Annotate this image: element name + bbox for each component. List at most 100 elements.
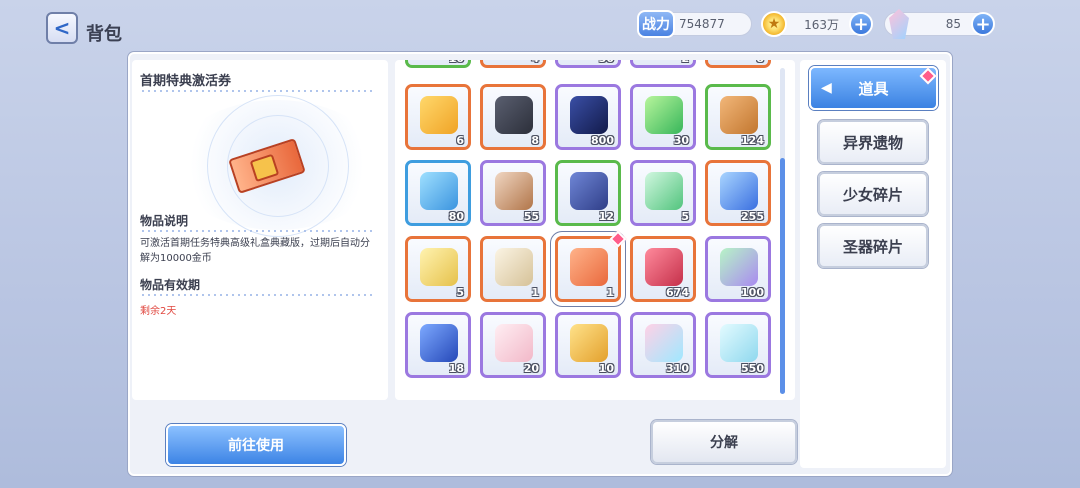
item-count: 674	[666, 286, 689, 299]
inventory-item[interactable]: 550	[705, 312, 771, 378]
divider	[140, 230, 372, 232]
red-scroll-icon	[645, 248, 683, 286]
inventory-item[interactable]: 124	[705, 84, 771, 150]
card-device-icon	[495, 96, 533, 134]
power-label: 战力	[637, 10, 675, 38]
expiry-heading: 物品有效期	[140, 278, 201, 292]
new-badge-icon	[609, 230, 627, 248]
item-count: 18	[448, 362, 464, 375]
item-count: 1	[531, 286, 539, 299]
use-button[interactable]: 前往使用	[166, 424, 346, 466]
blue-medal-icon	[420, 324, 458, 362]
contract-icon	[495, 248, 533, 286]
item-count: 30	[599, 60, 614, 65]
item-count: 6	[456, 134, 464, 147]
inventory-item[interactable]: 255	[705, 160, 771, 226]
item-count: 55	[523, 210, 539, 223]
tab-items[interactable]: ◀ 道具	[809, 66, 938, 110]
item-count: 8	[531, 134, 539, 147]
power-value: 754877	[679, 17, 725, 31]
candy-icon	[420, 172, 458, 210]
item-count: 800	[591, 134, 614, 147]
item-count: 1	[606, 286, 614, 299]
rainbow-cube-icon	[720, 248, 758, 286]
back-button[interactable]: <	[46, 12, 78, 44]
prism-crystal-icon	[645, 324, 683, 362]
inventory-item[interactable]: 55	[480, 160, 546, 226]
item-count: 10	[449, 60, 464, 65]
item-detail-panel: 首期特典激活券 物品说明 可激活首期任务特典高级礼盒典藏版，过期后自动分解为10…	[132, 60, 388, 400]
tab-label: 道具	[858, 79, 889, 98]
item-grid: 10 4 30 2 8 6 8 800 30 124 80 55 12 5 255 5 1 1 674 100 18 20…	[395, 60, 795, 400]
inventory-item[interactable]: 5	[630, 160, 696, 226]
divider	[140, 90, 372, 92]
item-count: 310	[666, 362, 689, 375]
inventory-item[interactable]: 1	[480, 236, 546, 302]
cookie-icon	[720, 96, 758, 134]
item-count: 80	[448, 210, 464, 223]
grid-scrollbar[interactable]	[780, 68, 785, 394]
add-coins-button[interactable]: +	[849, 12, 873, 36]
item-name: 首期特典激活券	[140, 74, 232, 89]
inventory-item[interactable]: 10	[405, 60, 471, 68]
inventory-item[interactable]: 674	[630, 236, 696, 302]
item-count: 255	[741, 210, 764, 223]
item-count: 20	[523, 362, 539, 375]
blue-rose-icon	[720, 172, 758, 210]
item-count: 10	[598, 362, 614, 375]
expiry-text: 剩余2天	[140, 306, 177, 317]
item-count: 5	[456, 286, 464, 299]
inventory-item[interactable]: 2	[630, 60, 696, 68]
item-count: 100	[741, 286, 764, 299]
inventory-item[interactable]: 30	[630, 84, 696, 150]
inventory-item[interactable]: 80	[405, 160, 471, 226]
inventory-item[interactable]: 310	[630, 312, 696, 378]
power-display: 战力 754877	[637, 10, 752, 38]
item-description: 可激活首期任务特典高级礼盒典藏版，过期后自动分解为10000金币	[140, 238, 370, 264]
scrollbar-thumb[interactable]	[780, 158, 785, 394]
inventory-item[interactable]: 6	[405, 84, 471, 150]
inventory-item[interactable]: 4	[480, 60, 546, 68]
gem-icon	[889, 9, 909, 39]
divider	[140, 294, 372, 296]
gift-ticket-icon	[570, 248, 608, 286]
item-count: 5	[681, 210, 689, 223]
item-count: 4	[531, 60, 539, 65]
new-badge-icon	[919, 67, 937, 85]
inventory-item[interactable]: 100	[705, 236, 771, 302]
desc-heading: 物品说明	[140, 214, 189, 228]
moon-coin-icon	[570, 324, 608, 362]
tab-relics[interactable]: 异界遗物	[818, 120, 928, 164]
page-title: 背包	[86, 24, 122, 45]
inventory-item[interactable]: 1	[555, 230, 627, 302]
item-count: 8	[756, 60, 764, 65]
leaf-gem-icon	[720, 324, 758, 362]
item-count: 12	[598, 210, 614, 223]
split-button[interactable]: 分解	[651, 420, 797, 464]
inventory-item[interactable]: 30	[555, 60, 621, 68]
add-gems-button[interactable]: +	[971, 12, 995, 36]
heart-ticket-icon	[495, 324, 533, 362]
chevron-left-icon: <	[53, 16, 71, 40]
inventory-item[interactable]: 800	[555, 84, 621, 150]
chip-icon	[570, 172, 608, 210]
inventory-item[interactable]: 18	[405, 312, 471, 378]
inventory-item[interactable]: 8	[705, 60, 771, 68]
item-count: 30	[673, 134, 689, 147]
tab-artifact-shards[interactable]: 圣器碎片	[818, 224, 928, 268]
inventory-item[interactable]: 12	[555, 160, 621, 226]
tab-girl-shards[interactable]: 少女碎片	[818, 172, 928, 216]
inventory-item[interactable]: 5	[405, 236, 471, 302]
item-count: 124	[741, 134, 764, 147]
item-count: 550	[741, 362, 764, 375]
gem-display: 85 +	[884, 9, 995, 39]
yellow-ticket-icon	[420, 96, 458, 134]
inventory-item[interactable]: 20	[480, 312, 546, 378]
gem-value: 85	[945, 17, 961, 31]
inventory-item[interactable]: 8	[480, 84, 546, 150]
green-vial-icon	[645, 172, 683, 210]
candle-icon	[420, 248, 458, 286]
inventory-item[interactable]: 10	[555, 312, 621, 378]
toolbox-icon	[495, 172, 533, 210]
coin-value: 163万	[804, 17, 839, 32]
